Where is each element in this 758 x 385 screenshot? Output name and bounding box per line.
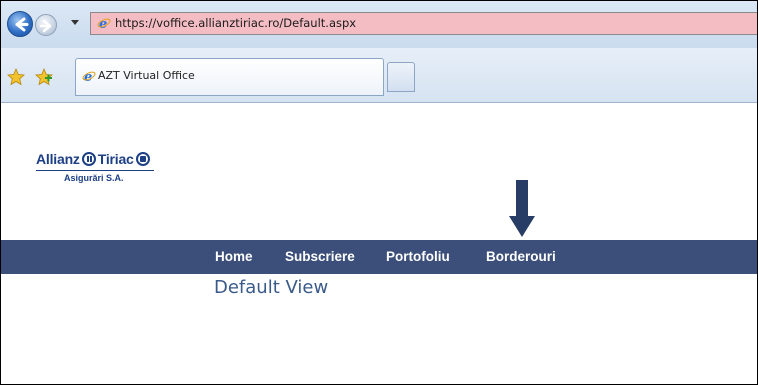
logo-brand-right: Tiriac [97,151,134,167]
allianz-tiriac-logo[interactable]: Allianz Tiriac Asigurări S.A. [36,151,154,183]
forward-button[interactable] [35,14,57,36]
favorites-star-icon[interactable] [7,68,25,86]
menu-item-portofoliu[interactable]: Portofoliu [386,249,450,264]
down-arrow-icon [509,180,535,237]
new-tab-button[interactable] [387,62,415,92]
browser-tab-bar: e AZT Virtual Office [1,48,757,103]
recent-pages-dropdown[interactable] [71,20,79,25]
tab-azt-virtual-office[interactable]: e AZT Virtual Office [75,58,384,96]
forward-arrow-icon [39,19,52,33]
screenshot-frame: e https://voffice.allianztiriac.ro/Defau… [0,0,758,385]
menu-item-home[interactable]: Home [215,249,253,264]
tab-title: AZT Virtual Office [98,69,195,82]
logo-brand-left: Allianz [36,151,80,167]
browser-nav-bar: e https://voffice.allianztiriac.ro/Defau… [1,1,757,48]
tiriac-emblem-icon [135,152,150,166]
main-menu-bar: Home Subscriere Portofoliu Borderouri [1,240,757,274]
address-bar[interactable]: e https://voffice.allianztiriac.ro/Defau… [90,12,757,35]
logo-brand: Allianz Tiriac [36,151,152,167]
menu-item-subscriere[interactable]: Subscriere [285,249,355,264]
add-favorite-icon[interactable] [35,68,53,86]
page-title: Default View [214,277,329,298]
ie-tab-icon: e [82,70,96,83]
menu-item-borderouri[interactable]: Borderouri [486,249,556,264]
allianz-eagle-icon [81,152,96,166]
logo-subtitle: Asigurări S.A. [64,173,124,183]
logo-underline [36,170,154,171]
address-url: https://voffice.allianztiriac.ro/Default… [115,16,357,30]
ie-page-icon: e [97,17,111,30]
back-button[interactable] [7,11,33,37]
back-arrow-icon [15,17,29,32]
